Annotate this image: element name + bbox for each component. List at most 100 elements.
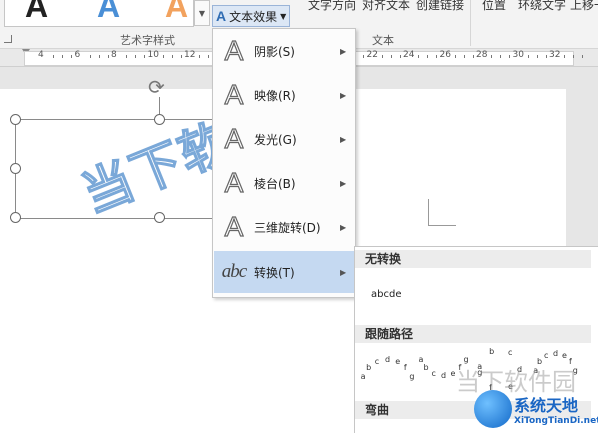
path-letter: e <box>395 357 401 367</box>
logo-title: 系统天地 <box>514 396 579 415</box>
dialog-launcher-icon[interactable] <box>4 35 12 43</box>
ruler-tick <box>463 55 465 58</box>
no-transform-option[interactable]: abcde <box>371 289 401 300</box>
ruler-tick <box>89 55 91 58</box>
ruler-tick <box>427 55 429 58</box>
path-letter: f <box>403 363 407 373</box>
path-letter: b <box>423 363 429 373</box>
3d-rotation-icon: A <box>224 210 244 242</box>
wordart-style-blue[interactable]: A <box>97 0 120 22</box>
ruler-number: 10 <box>147 50 159 60</box>
reflection-icon: A <box>224 78 244 110</box>
bevel-icon: A <box>224 166 244 198</box>
ruler-tick <box>582 55 584 58</box>
ruler-tick <box>135 55 137 58</box>
ruler-tick <box>399 55 401 58</box>
chevron-right-icon: ▶ <box>340 90 347 100</box>
ruler-number: 30 <box>512 50 524 60</box>
menu-item-label: 转换(T) <box>254 265 295 280</box>
resize-handle-top[interactable] <box>154 114 165 125</box>
path-letter: c <box>544 351 549 361</box>
ruler-number: 6 <box>74 50 81 60</box>
ruler-tick <box>171 55 173 58</box>
ruler-tick <box>71 55 73 58</box>
gallery-more-button[interactable]: ▼ <box>194 0 210 26</box>
ruler-number: 12 <box>184 50 196 60</box>
menu-item-transform[interactable]: abc 转换(T) ▶ <box>214 251 354 293</box>
menu-item-label: 阴影(S) <box>254 44 295 59</box>
ruler-tick <box>527 55 529 58</box>
menu-item-label: 映像(R) <box>254 88 296 103</box>
ruler-tick <box>491 55 493 58</box>
ruler-tick <box>573 55 575 58</box>
path-letter: g <box>409 372 415 382</box>
ruler-tick <box>536 55 538 58</box>
group-separator <box>470 0 471 46</box>
ruler-tick <box>107 55 109 58</box>
chevron-right-icon: ▶ <box>340 46 347 56</box>
ruler-tick <box>199 55 201 58</box>
glow-icon: A <box>224 122 244 154</box>
path-letter: b <box>489 346 495 356</box>
text-effects-icon: A <box>216 8 227 24</box>
ruler-tick <box>98 55 100 58</box>
align-text-button[interactable]: 对齐文本 <box>362 0 410 13</box>
site-logo: 系统天地 XiTongTianDi.net <box>474 390 598 432</box>
transform-icon: abc <box>221 261 247 282</box>
menu-item-3d-rotation[interactable]: A 三维旋转(D) ▶ <box>214 206 354 248</box>
text-effects-label: 文本效果 <box>229 9 278 24</box>
text-effects-button[interactable]: A 文本效果 ▼ <box>212 5 291 27</box>
menu-item-reflection[interactable]: A 映像(R) ▶ <box>214 74 354 116</box>
ruler-tick <box>390 55 392 58</box>
position-button[interactable]: 位置 <box>482 0 506 13</box>
shadow-icon: A <box>224 34 244 66</box>
bring-forward-button[interactable]: 上移一 <box>570 0 598 13</box>
wordart-style-gallery[interactable]: A A A <box>4 0 194 27</box>
ruler-tick <box>162 55 164 58</box>
wrap-text-button[interactable]: 环绕文字 <box>518 0 566 13</box>
chevron-right-icon: ▶ <box>340 222 347 232</box>
rotate-handle-icon[interactable]: ⟳ <box>148 75 165 99</box>
ruler-tick <box>500 55 502 58</box>
ruler-tick <box>509 55 511 58</box>
path-letter: d <box>553 349 559 358</box>
create-link-button[interactable]: 创建链接 <box>416 0 464 13</box>
menu-item-label: 棱台(B) <box>254 176 296 191</box>
no-transform-heading: 无转换 <box>355 250 591 268</box>
menu-item-bevel[interactable]: A 棱台(B) ▶ <box>214 162 354 204</box>
ruler-number: 4 <box>38 50 44 60</box>
resize-handle-bottom-left[interactable] <box>10 212 21 223</box>
text-direction-button[interactable]: 文字方向 <box>308 0 356 13</box>
ruler-tick <box>454 55 456 58</box>
resize-handle-top-left[interactable] <box>10 114 21 125</box>
resize-handle-left[interactable] <box>10 163 21 174</box>
ruler-tick <box>180 55 182 58</box>
ruler-number: 24 <box>403 50 415 60</box>
logo-globe-icon <box>474 390 512 428</box>
chevron-right-icon: ▶ <box>340 178 347 188</box>
follow-path-arch-up[interactable]: abcdefg <box>361 347 421 391</box>
ruler-tick <box>144 55 146 58</box>
ruler-tick <box>418 55 420 58</box>
group-label-text: 文本 <box>372 34 394 47</box>
menu-item-glow[interactable]: A 发光(G) ▶ <box>214 118 354 160</box>
path-letter: d <box>385 355 391 364</box>
ruler-number: 32 <box>549 50 561 60</box>
wordart-style-orange[interactable]: A <box>165 0 188 22</box>
wordart-style-black[interactable]: A <box>25 0 48 22</box>
margin-corner-mark <box>428 199 456 226</box>
ruler-tick <box>126 55 128 58</box>
ruler-tick <box>208 55 210 58</box>
path-letter: e <box>450 369 456 379</box>
ruler-tick <box>62 55 64 58</box>
chevron-right-icon: ▶ <box>340 267 347 277</box>
path-letter: e <box>561 351 567 361</box>
path-letter: c <box>431 369 436 379</box>
menu-item-shadow[interactable]: A 阴影(S) ▶ <box>214 30 354 72</box>
text-effects-menu: A 阴影(S) ▶ A 映像(R) ▶ A 发光(G) ▶ A 棱台(B) ▶ … <box>212 28 356 298</box>
ruler-number: 26 <box>439 50 451 60</box>
ruler-number: 28 <box>476 50 488 60</box>
resize-handle-bottom[interactable] <box>154 212 165 223</box>
ruler-tick <box>363 55 365 58</box>
ruler-tick <box>472 55 474 58</box>
